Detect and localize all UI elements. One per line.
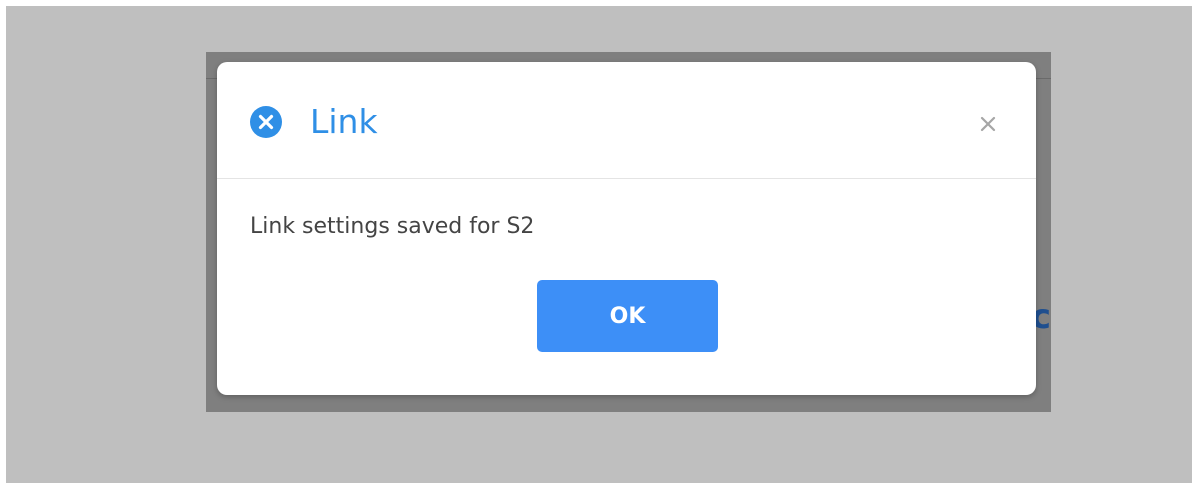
ok-button[interactable]: OK <box>537 280 718 352</box>
dialog-message: Link settings saved for S2 <box>250 214 535 239</box>
close-icon[interactable] <box>972 108 1004 140</box>
alert-dialog: Link Link settings saved for S2 OK <box>217 62 1036 395</box>
dialog-header: Link <box>217 62 1036 179</box>
dialog-title: Link <box>310 102 378 141</box>
error-icon <box>250 106 282 138</box>
